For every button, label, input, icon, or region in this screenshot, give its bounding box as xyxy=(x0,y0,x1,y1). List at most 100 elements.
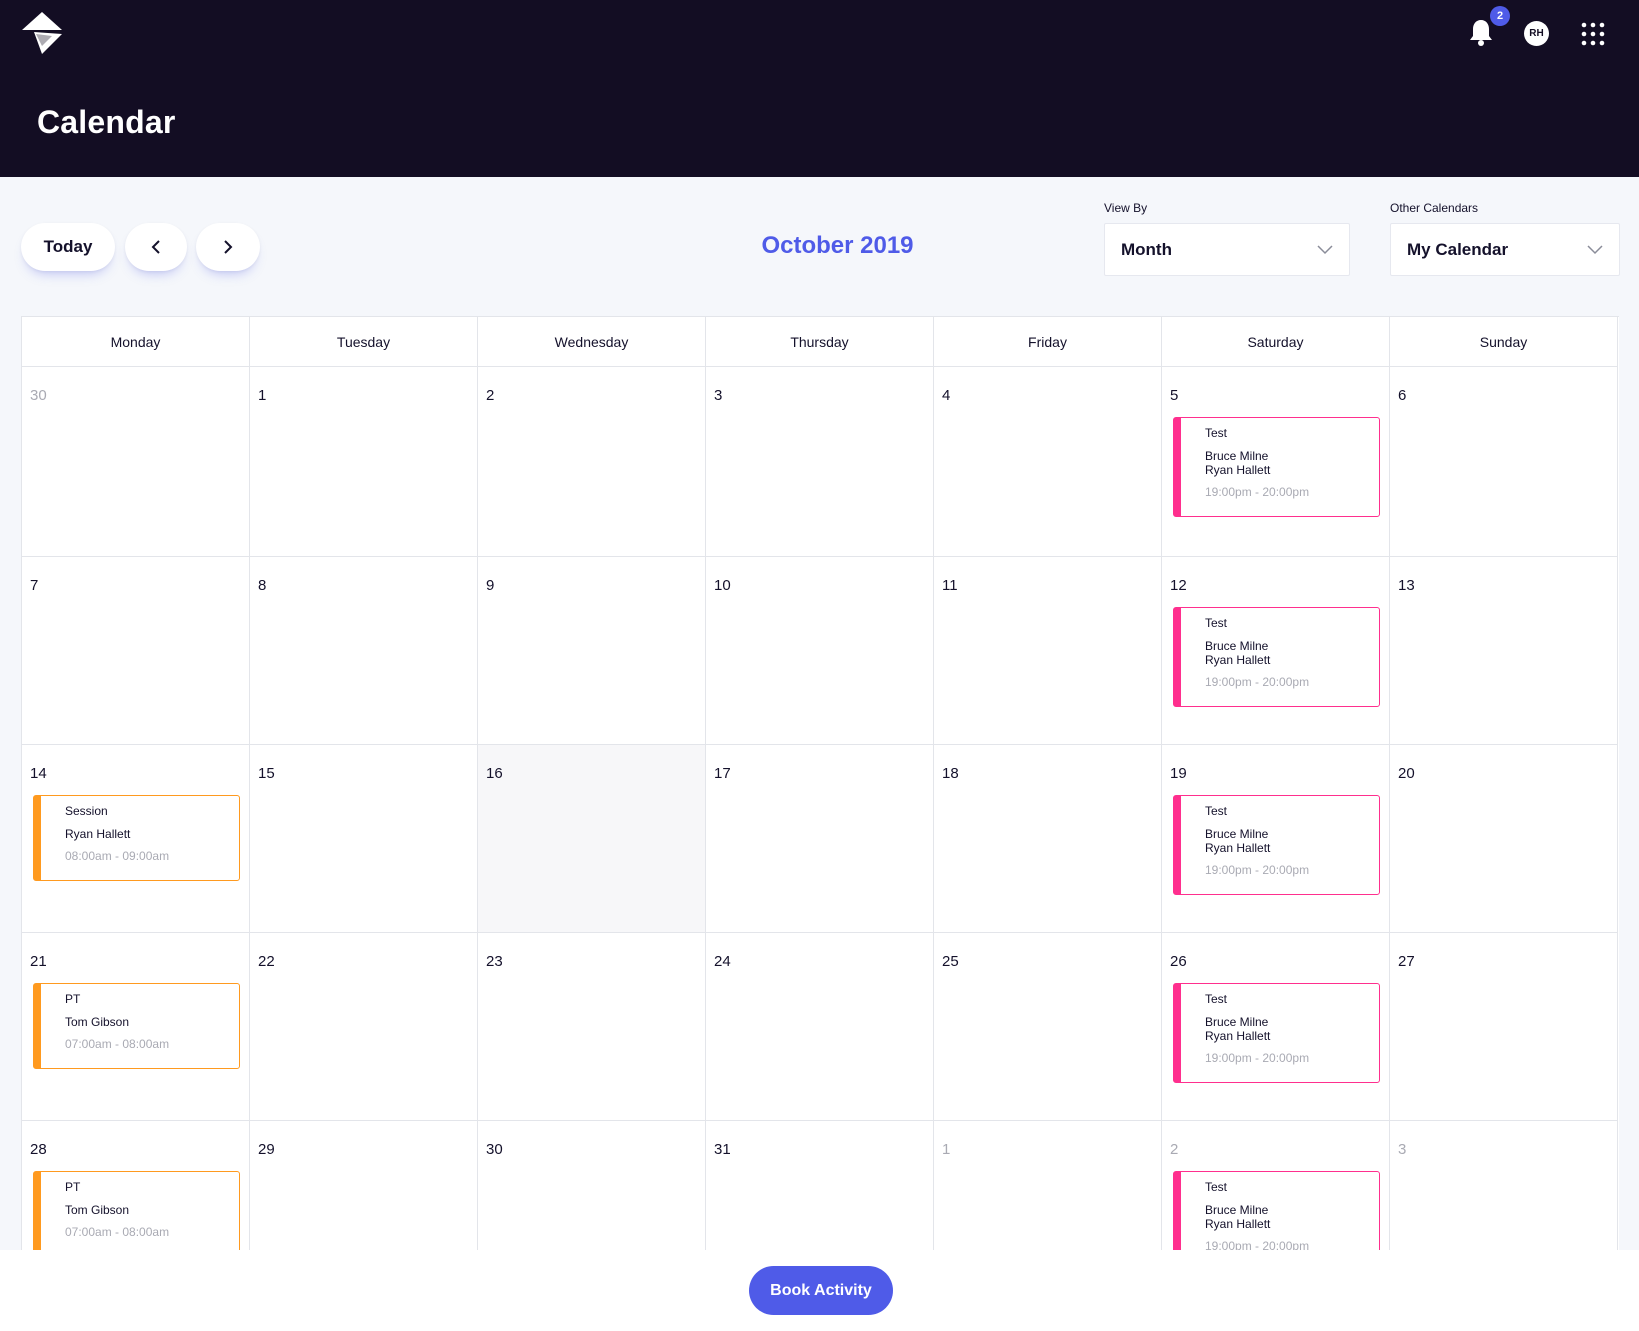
day-cell[interactable]: 3 xyxy=(1390,1121,1618,1250)
day-number: 24 xyxy=(714,953,731,970)
other-calendars-select[interactable]: My Calendar xyxy=(1390,223,1620,276)
event-time: 07:00am - 08:00am xyxy=(65,1225,170,1239)
weekday-header: Thursday xyxy=(706,317,934,367)
event-attendee: Tom Gibson xyxy=(65,1203,130,1217)
day-cell[interactable]: 1 xyxy=(250,367,478,557)
day-cell[interactable]: 12 Test Bruce Milne Ryan Hallett 19:00pm - 2… xyxy=(1162,557,1390,745)
day-cell[interactable]: 4 xyxy=(934,367,1162,557)
event-card[interactable]: Test Bruce Milne Ryan Hallett 19:00pm - 20:… xyxy=(1173,983,1380,1083)
chevron-down-icon xyxy=(1317,245,1333,255)
day-cell[interactable]: 28 PT Tom Gibson 07:00am - 08:00am xyxy=(22,1121,250,1250)
event-card[interactable]: Test Bruce Milne Ryan Hallett 19:00pm - 20:… xyxy=(1173,417,1380,517)
day-number: 21 xyxy=(30,953,47,970)
day-cell[interactable]: 14 Session Ryan Hallett 08:00am - 09:00am xyxy=(22,745,250,933)
event-title: Session xyxy=(65,804,108,818)
day-cell[interactable]: 23 xyxy=(478,933,706,1121)
chevron-right-icon xyxy=(224,240,233,254)
day-cell[interactable]: 20 xyxy=(1390,745,1618,933)
view-by-value: Month xyxy=(1121,239,1172,259)
day-number: 1 xyxy=(942,1141,951,1158)
day-number: 30 xyxy=(486,1141,503,1158)
day-cell[interactable]: 13 xyxy=(1390,557,1618,745)
notification-bell-icon[interactable] xyxy=(1468,18,1494,46)
day-number: 26 xyxy=(1170,953,1187,970)
day-number: 12 xyxy=(1170,577,1187,594)
top-bar: Calendar 2 RH xyxy=(0,0,1639,177)
event-card[interactable]: PT Tom Gibson 07:00am - 08:00am xyxy=(33,983,240,1069)
event-card[interactable]: PT Tom Gibson 07:00am - 08:00am xyxy=(33,1171,240,1250)
day-cell[interactable]: 30 xyxy=(478,1121,706,1250)
day-cell[interactable]: 3 xyxy=(706,367,934,557)
day-cell[interactable]: 18 xyxy=(934,745,1162,933)
day-cell[interactable]: 26 Test Bruce Milne Ryan Hallett 19:00pm - 2… xyxy=(1162,933,1390,1121)
day-cell[interactable]: 2 Test Bruce Milne Ryan Hallett 19:00pm - 20… xyxy=(1162,1121,1390,1250)
day-number: 31 xyxy=(714,1141,731,1158)
event-attendee: Bruce Milne xyxy=(1205,1015,1269,1029)
day-cell[interactable]: 24 xyxy=(706,933,934,1121)
day-cell[interactable]: 29 xyxy=(250,1121,478,1250)
day-cell[interactable]: 30 xyxy=(22,367,250,557)
day-cell[interactable]: 1 xyxy=(934,1121,1162,1250)
day-cell[interactable]: 17 xyxy=(706,745,934,933)
event-time: 19:00pm - 20:00pm xyxy=(1205,485,1310,499)
day-number: 3 xyxy=(714,387,723,404)
day-cell[interactable]: 22 xyxy=(250,933,478,1121)
event-card[interactable]: Session Ryan Hallett 08:00am - 09:00am xyxy=(33,795,240,881)
event-card[interactable]: Test Bruce Milne Ryan Hallett 19:00pm - 20:… xyxy=(1173,1171,1380,1250)
previous-month-button[interactable] xyxy=(125,223,187,271)
event-card[interactable]: Test Bruce Milne Ryan Hallett 19:00pm - 20:… xyxy=(1173,795,1380,895)
day-number: 5 xyxy=(1170,387,1179,404)
apps-grid-icon[interactable] xyxy=(1581,22,1605,46)
other-calendars-label: Other Calendars xyxy=(1390,201,1479,215)
day-number: 18 xyxy=(942,765,959,782)
event-time: 19:00pm - 20:00pm xyxy=(1205,1239,1310,1250)
event-time: 19:00pm - 20:00pm xyxy=(1205,863,1310,877)
next-month-button[interactable] xyxy=(196,223,260,271)
day-cell[interactable]: 7 xyxy=(22,557,250,745)
day-cell[interactable]: 27 xyxy=(1390,933,1618,1121)
event-title: Test xyxy=(1205,804,1228,818)
day-cell[interactable]: 2 xyxy=(478,367,706,557)
event-attendee: Bruce Milne xyxy=(1205,1203,1269,1217)
chevron-down-icon xyxy=(1587,245,1603,255)
day-cell[interactable]: 15 xyxy=(250,745,478,933)
event-time: 19:00pm - 20:00pm xyxy=(1205,1051,1310,1065)
month-title: October 2019 xyxy=(761,232,914,259)
day-number: 28 xyxy=(30,1141,47,1158)
event-title: Test xyxy=(1205,1180,1228,1194)
event-attendees: Bruce Milne Ryan Hallett xyxy=(1205,1203,1379,1231)
weekday-header: Tuesday xyxy=(250,317,478,367)
day-cell[interactable]: 21 PT Tom Gibson 07:00am - 08:00am xyxy=(22,933,250,1121)
day-number: 11 xyxy=(942,577,958,594)
event-time: 07:00am - 08:00am xyxy=(65,1037,170,1051)
today-button[interactable]: Today xyxy=(21,223,115,271)
event-card[interactable]: Test Bruce Milne Ryan Hallett 19:00pm - 20:… xyxy=(1173,607,1380,707)
day-cell[interactable]: 16 xyxy=(478,745,706,933)
event-attendee: Bruce Milne xyxy=(1205,449,1269,463)
month-grid: Monday Tuesday Wednesday Thursday Friday Satu… xyxy=(21,316,1619,1250)
day-cell[interactable]: 8 xyxy=(250,557,478,745)
day-cell[interactable]: 19 Test Bruce Milne Ryan Hallett 19:00pm - 2… xyxy=(1162,745,1390,933)
day-cell[interactable]: 10 xyxy=(706,557,934,745)
chevron-left-icon xyxy=(151,240,160,254)
view-by-select[interactable]: Month xyxy=(1104,223,1350,276)
page-title: Calendar xyxy=(37,104,176,140)
day-cell[interactable]: 9 xyxy=(478,557,706,745)
user-avatar[interactable]: RH xyxy=(1524,21,1549,46)
event-attendee: Ryan Hallett xyxy=(1205,841,1271,855)
day-cell[interactable]: 25 xyxy=(934,933,1162,1121)
book-activity-button[interactable]: Book Activity xyxy=(749,1266,893,1315)
day-number: 2 xyxy=(1170,1141,1179,1158)
event-attendees: Ryan Hallett xyxy=(65,827,239,841)
day-cell[interactable]: 6 xyxy=(1390,367,1618,557)
event-attendee: Bruce Milne xyxy=(1205,639,1269,653)
event-attendee: Ryan Hallett xyxy=(1205,463,1271,477)
day-cell[interactable]: 5 Test Bruce Milne Ryan Hallett 19:00pm - 20… xyxy=(1162,367,1390,557)
app-logo-icon[interactable] xyxy=(22,12,62,54)
day-cell[interactable]: 31 xyxy=(706,1121,934,1250)
day-number: 14 xyxy=(30,765,47,782)
day-number: 1 xyxy=(258,387,267,404)
day-number: 2 xyxy=(486,387,495,404)
day-cell[interactable]: 11 xyxy=(934,557,1162,745)
day-number: 30 xyxy=(30,387,47,404)
